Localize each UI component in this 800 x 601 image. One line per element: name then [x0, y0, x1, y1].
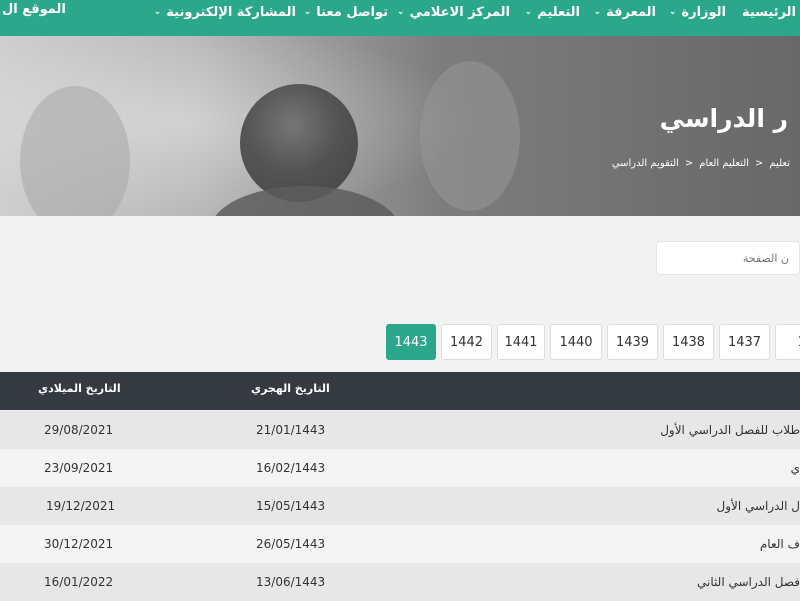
calendar-table-header: التاريخ الهجري التاريخ الميلادي	[0, 372, 800, 410]
nav-item-label: المركز الاعلامي	[409, 4, 510, 20]
gregorian-date-cell: 30/12/2021	[44, 537, 114, 551]
hero-child-figure	[240, 84, 358, 202]
nav-item-education[interactable]: التعليم ⌄	[525, 2, 580, 22]
nav-item-home[interactable]: الرئيسية	[742, 2, 796, 22]
breadcrumb-separator: <	[755, 158, 764, 169]
event-cell: ف العام	[759, 537, 800, 551]
top-navigation: الموقع ال الرئيسية الوزارة ⌄ المعرفة ⌄ ا…	[0, 0, 800, 36]
year-tab[interactable]: 1439	[607, 324, 658, 360]
breadcrumb-separator: <	[684, 158, 694, 169]
nav-item-ministry[interactable]: الوزارة ⌄	[669, 2, 726, 22]
nav-item-knowledge[interactable]: المعرفة ⌄	[594, 2, 656, 22]
page-search-input[interactable]	[657, 250, 791, 266]
hero-right-figure	[420, 61, 520, 211]
page-hero-banner: ر الدراسي تعليم < التعليم العام < التقوي…	[0, 36, 800, 216]
column-header-gregorian: التاريخ الميلادي	[38, 382, 121, 395]
nav-item-label: المشاركة الإلكترونية	[166, 4, 296, 20]
table-row: ل الدراسي الأول 15/05/1443 19/12/2021	[0, 487, 800, 525]
page-search-box	[656, 241, 800, 275]
hijri-date-cell: 26/05/1443	[256, 537, 326, 551]
chevron-down-icon: ⌄	[303, 6, 312, 17]
nav-item-label: المعرفة	[606, 4, 656, 20]
chevron-down-icon: ⌄	[593, 6, 602, 17]
event-cell: فصل الدراسي الثاني	[697, 575, 800, 589]
hijri-date-cell: 13/06/1443	[256, 575, 326, 589]
chevron-down-icon: ⌄	[524, 6, 533, 17]
nav-item-contact[interactable]: تواصل معنا ⌄	[304, 2, 388, 22]
year-tab[interactable]: 1438	[663, 324, 714, 360]
gregorian-date-cell: 16/01/2022	[44, 575, 114, 589]
year-tab[interactable]: 1437	[719, 324, 770, 360]
nav-item-label: التعليم	[537, 4, 580, 20]
year-tab[interactable]: 1442	[441, 324, 492, 360]
nav-item-label: تواصل معنا	[316, 4, 388, 20]
nav-item-media-center[interactable]: المركز الاعلامي ⌄	[397, 2, 510, 22]
page-title: ر الدراسي	[659, 104, 788, 133]
chevron-down-icon: ⌄	[668, 6, 677, 17]
breadcrumb-item[interactable]: التعليم العام	[699, 158, 749, 169]
breadcrumb: تعليم < التعليم العام < التقويم الدراسي	[612, 158, 790, 169]
year-tab[interactable]: 1440	[550, 324, 602, 360]
gregorian-date-cell: 19/12/2021	[46, 499, 116, 513]
hijri-date-cell: 16/02/1443	[256, 461, 326, 475]
chevron-down-icon: ⌄	[397, 6, 405, 17]
event-cell: ي	[790, 461, 800, 475]
gregorian-date-cell: 23/09/2021	[44, 461, 114, 475]
table-row: طلاب للفصل الدراسي الأول 21/01/1443 29/0…	[0, 411, 800, 449]
breadcrumb-item[interactable]: تعليم	[769, 158, 790, 169]
table-row: ف العام 26/05/1443 30/12/2021	[0, 525, 800, 563]
nav-item-label: الوزارة	[681, 4, 726, 20]
breadcrumb-item: التقويم الدراسي	[611, 158, 679, 169]
event-cell: طلاب للفصل الدراسي الأول	[660, 423, 800, 437]
chevron-down-icon: ⌄	[153, 6, 162, 17]
event-cell: ل الدراسي الأول	[716, 499, 800, 513]
hijri-date-cell: 15/05/1443	[256, 499, 326, 513]
year-tab[interactable]: 14	[775, 324, 800, 360]
table-row: فصل الدراسي الثاني 13/06/1443 16/01/2022	[0, 563, 800, 601]
nav-item-label: الرئيسية	[741, 4, 796, 20]
hijri-date-cell: 21/01/1443	[256, 423, 326, 437]
table-row: ي 16/02/1443 23/09/2021	[0, 449, 800, 487]
year-tab[interactable]: 1441	[497, 324, 545, 360]
site-brand-text[interactable]: الموقع ال	[2, 2, 66, 17]
gregorian-date-cell: 29/08/2021	[44, 423, 114, 437]
year-tab[interactable]: 1443	[386, 324, 436, 360]
column-header-hijri: التاريخ الهجري	[251, 382, 330, 395]
nav-item-e-participation[interactable]: المشاركة الإلكترونية ⌄	[154, 2, 296, 22]
